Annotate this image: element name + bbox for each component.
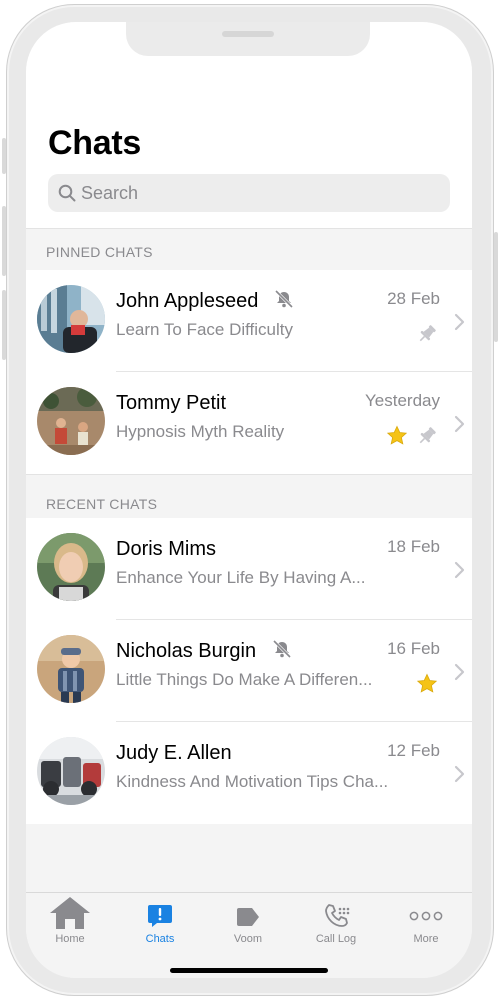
silent-switch: [2, 138, 6, 174]
chat-name: Tommy Petit: [116, 392, 226, 415]
tab-call-log[interactable]: Call Log: [296, 897, 376, 947]
search-bar[interactable]: Search: [48, 174, 450, 212]
page-title: Chats: [48, 124, 141, 162]
chat-date: 12 Feb: [387, 741, 440, 760]
chat-date: Yesterday: [365, 391, 440, 410]
tab-chats[interactable]: Chats: [120, 897, 200, 947]
search-placeholder: Search: [81, 183, 139, 203]
star-icon: [386, 425, 408, 445]
chevron-right-icon: [454, 663, 465, 681]
section-header-pinned: PINNED CHATS: [26, 228, 472, 271]
chat-row[interactable]: Judy E. Allen Kindness And Motivation Ti…: [26, 722, 472, 824]
chat-name: John Appleseed: [116, 290, 294, 313]
chat-preview: Kindness And Motivation Tips Cha...: [116, 772, 389, 791]
chat-name: Nicholas Burgin: [116, 640, 292, 663]
section-label-recent: RECENT CHATS: [46, 496, 158, 512]
home-icon: [50, 897, 90, 929]
phone-icon: [325, 904, 350, 927]
chat-name-text: Judy E. Allen: [116, 742, 232, 764]
chat-date: 16 Feb: [387, 639, 440, 658]
chat-name-text: Tommy Petit: [116, 392, 227, 414]
tab-voom[interactable]: Voom: [208, 897, 288, 947]
muted-bell-icon: [272, 640, 291, 658]
tab-label: Call Log: [315, 933, 357, 945]
section-header-recent: RECENT CHATS: [26, 474, 472, 519]
screen: Chats Search PINNED CHATS John Appleseed…: [26, 22, 472, 978]
avatar: [37, 285, 105, 353]
star-icon: [416, 673, 438, 693]
chat-alert-icon: [148, 905, 172, 927]
muted-bell-icon: [274, 290, 293, 308]
chevron-right-icon: [454, 313, 465, 331]
chat-row[interactable]: Nicholas Burgin Little Things Do Make A …: [26, 620, 472, 722]
power-button: [494, 232, 498, 342]
tab-bar: Home Chats Voom Call Log More: [26, 892, 472, 978]
chat-preview: Hypnosis Myth Reality: [116, 422, 285, 441]
pin-icon: [419, 325, 436, 342]
pin-icon: [419, 427, 436, 444]
more-dots-icon: [409, 911, 443, 921]
home-indicator[interactable]: [170, 968, 328, 973]
search-icon: [58, 184, 76, 202]
chat-name-text: Nicholas Burgin: [116, 640, 257, 662]
tab-label: More: [413, 933, 439, 945]
tab-home[interactable]: Home: [30, 897, 110, 947]
chevron-right-icon: [454, 415, 465, 433]
chat-name-text: John Appleseed: [116, 290, 259, 312]
chat-row[interactable]: John Appleseed Learn To Face Difficulty …: [26, 270, 472, 372]
chat-name: Doris Mims: [116, 538, 216, 561]
chat-name: Judy E. Allen: [116, 742, 232, 765]
tab-more[interactable]: More: [386, 897, 466, 947]
chat-date: 28 Feb: [387, 289, 440, 308]
avatar: [37, 635, 105, 703]
tab-label: Voom: [233, 933, 263, 945]
speaker-grille: [222, 31, 274, 37]
tab-label: Chats: [145, 933, 175, 945]
chat-preview: Little Things Do Make A Differen...: [116, 670, 373, 689]
voom-tag-icon: [237, 908, 259, 926]
chevron-right-icon: [454, 765, 465, 783]
chat-preview: Enhance Your Life By Having A...: [116, 568, 366, 587]
section-label-pinned: PINNED CHATS: [46, 244, 153, 260]
chat-preview: Learn To Face Difficulty: [116, 320, 294, 339]
avatar: [37, 387, 105, 455]
notch: [126, 22, 370, 56]
chat-name-text: Doris Mims: [116, 538, 216, 560]
volume-down-button: [2, 290, 6, 360]
chevron-right-icon: [454, 561, 465, 579]
chat-row[interactable]: Doris Mims Enhance Your Life By Having A…: [26, 518, 472, 620]
avatar: [37, 533, 105, 601]
volume-up-button: [2, 206, 6, 276]
chat-row[interactable]: Tommy Petit Hypnosis Myth Reality Yester…: [26, 372, 472, 474]
chat-date: 18 Feb: [387, 537, 440, 556]
avatar: [37, 737, 105, 805]
tab-label: Home: [55, 933, 85, 945]
